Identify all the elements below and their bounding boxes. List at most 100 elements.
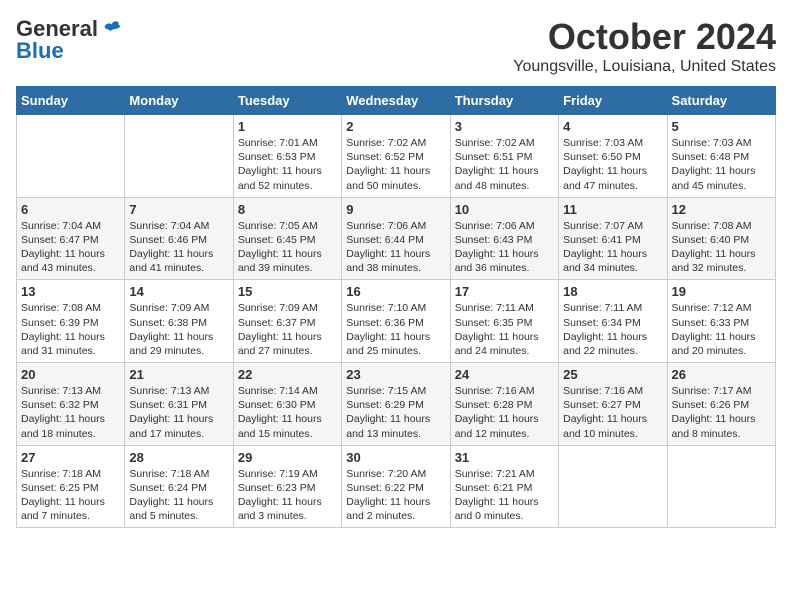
calendar-week-5: 27 Sunrise: 7:18 AM Sunset: 6:25 PM Dayli… [17,445,776,528]
calendar-week-4: 20 Sunrise: 7:13 AM Sunset: 6:32 PM Dayli… [17,363,776,446]
day-number: 15 [238,284,337,299]
calendar-cell: 12Sunrise: 7:08 AM Sunset: 6:40 PM Dayli… [667,197,775,280]
month-title: October 2024 [513,16,776,58]
day-info: Sunrise: 7:13 AM Sunset: 6:32 PM Dayligh… [21,384,120,441]
day-number: 1 [238,119,337,134]
day-number: 28 [129,450,228,465]
day-number: 21 [129,367,228,382]
calendar-cell: 16 Sunrise: 7:10 AM Sunset: 6:36 PM Dayli… [342,280,450,363]
day-number: 31 [455,450,554,465]
day-info: Sunrise: 7:11 AM Sunset: 6:35 PM Dayligh… [455,301,554,358]
day-info: Sunrise: 7:18 AM Sunset: 6:24 PM Dayligh… [129,467,228,524]
calendar-cell: 21Sunrise: 7:13 AM Sunset: 6:31 PM Dayli… [125,363,233,446]
calendar-week-3: 13 Sunrise: 7:08 AM Sunset: 6:39 PM Dayli… [17,280,776,363]
day-number: 5 [672,119,771,134]
day-number: 20 [21,367,120,382]
title-block: October 2024 Youngsville, Louisiana, Uni… [513,16,776,76]
calendar-cell: 1 Sunrise: 7:01 AM Sunset: 6:53 PM Daylig… [233,115,341,198]
col-header-monday: Monday [125,87,233,115]
calendar-cell: 29 Sunrise: 7:19 AM Sunset: 6:23 PM Dayli… [233,445,341,528]
day-number: 7 [129,202,228,217]
day-info: Sunrise: 7:11 AM Sunset: 6:34 PM Dayligh… [563,301,662,358]
page-header: General Blue October 2024 Youngsville, L… [16,16,776,76]
day-info: Sunrise: 7:03 AM Sunset: 6:48 PM Dayligh… [672,136,771,193]
day-info: Sunrise: 7:02 AM Sunset: 6:52 PM Dayligh… [346,136,445,193]
day-number: 18 [563,284,662,299]
day-number: 9 [346,202,445,217]
day-number: 23 [346,367,445,382]
day-info: Sunrise: 7:12 AM Sunset: 6:33 PM Dayligh… [672,301,771,358]
day-info: Sunrise: 7:01 AM Sunset: 6:53 PM Dayligh… [238,136,337,193]
day-number: 16 [346,284,445,299]
calendar-cell: 11 Sunrise: 7:07 AM Sunset: 6:41 PM Dayli… [559,197,667,280]
calendar-cell: 26Sunrise: 7:17 AM Sunset: 6:26 PM Dayli… [667,363,775,446]
calendar-cell: 14 Sunrise: 7:09 AM Sunset: 6:38 PM Dayli… [125,280,233,363]
day-info: Sunrise: 7:06 AM Sunset: 6:43 PM Dayligh… [455,219,554,276]
day-number: 29 [238,450,337,465]
calendar-cell: 20 Sunrise: 7:13 AM Sunset: 6:32 PM Dayli… [17,363,125,446]
calendar-cell: 4Sunrise: 7:03 AM Sunset: 6:50 PM Daylig… [559,115,667,198]
day-number: 26 [672,367,771,382]
calendar-cell: 13 Sunrise: 7:08 AM Sunset: 6:39 PM Dayli… [17,280,125,363]
calendar-cell: 28 Sunrise: 7:18 AM Sunset: 6:24 PM Dayli… [125,445,233,528]
location-subtitle: Youngsville, Louisiana, United States [513,58,776,76]
calendar-cell [17,115,125,198]
col-header-sunday: Sunday [17,87,125,115]
day-number: 10 [455,202,554,217]
day-number: 25 [563,367,662,382]
calendar-cell [559,445,667,528]
day-info: Sunrise: 7:09 AM Sunset: 6:38 PM Dayligh… [129,301,228,358]
day-number: 19 [672,284,771,299]
day-number: 27 [21,450,120,465]
day-info: Sunrise: 7:09 AM Sunset: 6:37 PM Dayligh… [238,301,337,358]
logo: General Blue [16,16,121,64]
calendar-week-2: 6Sunrise: 7:04 AM Sunset: 6:47 PM Daylig… [17,197,776,280]
calendar-cell: 2 Sunrise: 7:02 AM Sunset: 6:52 PM Daylig… [342,115,450,198]
day-number: 22 [238,367,337,382]
calendar-cell: 25 Sunrise: 7:16 AM Sunset: 6:27 PM Dayli… [559,363,667,446]
day-info: Sunrise: 7:10 AM Sunset: 6:36 PM Dayligh… [346,301,445,358]
col-header-friday: Friday [559,87,667,115]
calendar-cell: 18 Sunrise: 7:11 AM Sunset: 6:34 PM Dayli… [559,280,667,363]
calendar-table: SundayMondayTuesdayWednesdayThursdayFrid… [16,86,776,528]
day-info: Sunrise: 7:16 AM Sunset: 6:28 PM Dayligh… [455,384,554,441]
calendar-cell: 8 Sunrise: 7:05 AM Sunset: 6:45 PM Daylig… [233,197,341,280]
calendar-cell: 5 Sunrise: 7:03 AM Sunset: 6:48 PM Daylig… [667,115,775,198]
day-number: 12 [672,202,771,217]
calendar-cell: 7Sunrise: 7:04 AM Sunset: 6:46 PM Daylig… [125,197,233,280]
day-number: 14 [129,284,228,299]
calendar-cell: 3Sunrise: 7:02 AM Sunset: 6:51 PM Daylig… [450,115,558,198]
day-number: 30 [346,450,445,465]
day-number: 8 [238,202,337,217]
col-header-wednesday: Wednesday [342,87,450,115]
day-number: 2 [346,119,445,134]
day-info: Sunrise: 7:02 AM Sunset: 6:51 PM Dayligh… [455,136,554,193]
calendar-cell: 10 Sunrise: 7:06 AM Sunset: 6:43 PM Dayli… [450,197,558,280]
day-number: 17 [455,284,554,299]
calendar-cell: 22Sunrise: 7:14 AM Sunset: 6:30 PM Dayli… [233,363,341,446]
col-header-thursday: Thursday [450,87,558,115]
calendar-cell: 27 Sunrise: 7:18 AM Sunset: 6:25 PM Dayli… [17,445,125,528]
day-info: Sunrise: 7:21 AM Sunset: 6:21 PM Dayligh… [455,467,554,524]
calendar-cell: 19 Sunrise: 7:12 AM Sunset: 6:33 PM Dayli… [667,280,775,363]
calendar-cell: 30 Sunrise: 7:20 AM Sunset: 6:22 PM Dayli… [342,445,450,528]
logo-bird-icon [101,19,121,39]
calendar-cell [667,445,775,528]
calendar-header: SundayMondayTuesdayWednesdayThursdayFrid… [17,87,776,115]
calendar-cell: 31 Sunrise: 7:21 AM Sunset: 6:21 PM Dayli… [450,445,558,528]
day-number: 6 [21,202,120,217]
day-info: Sunrise: 7:20 AM Sunset: 6:22 PM Dayligh… [346,467,445,524]
day-info: Sunrise: 7:06 AM Sunset: 6:44 PM Dayligh… [346,219,445,276]
day-number: 11 [563,202,662,217]
day-info: Sunrise: 7:07 AM Sunset: 6:41 PM Dayligh… [563,219,662,276]
col-header-tuesday: Tuesday [233,87,341,115]
day-info: Sunrise: 7:05 AM Sunset: 6:45 PM Dayligh… [238,219,337,276]
day-info: Sunrise: 7:18 AM Sunset: 6:25 PM Dayligh… [21,467,120,524]
day-info: Sunrise: 7:16 AM Sunset: 6:27 PM Dayligh… [563,384,662,441]
day-info: Sunrise: 7:19 AM Sunset: 6:23 PM Dayligh… [238,467,337,524]
calendar-week-1: 1 Sunrise: 7:01 AM Sunset: 6:53 PM Daylig… [17,115,776,198]
calendar-cell: 17 Sunrise: 7:11 AM Sunset: 6:35 PM Dayli… [450,280,558,363]
day-number: 13 [21,284,120,299]
day-info: Sunrise: 7:03 AM Sunset: 6:50 PM Dayligh… [563,136,662,193]
day-info: Sunrise: 7:08 AM Sunset: 6:39 PM Dayligh… [21,301,120,358]
